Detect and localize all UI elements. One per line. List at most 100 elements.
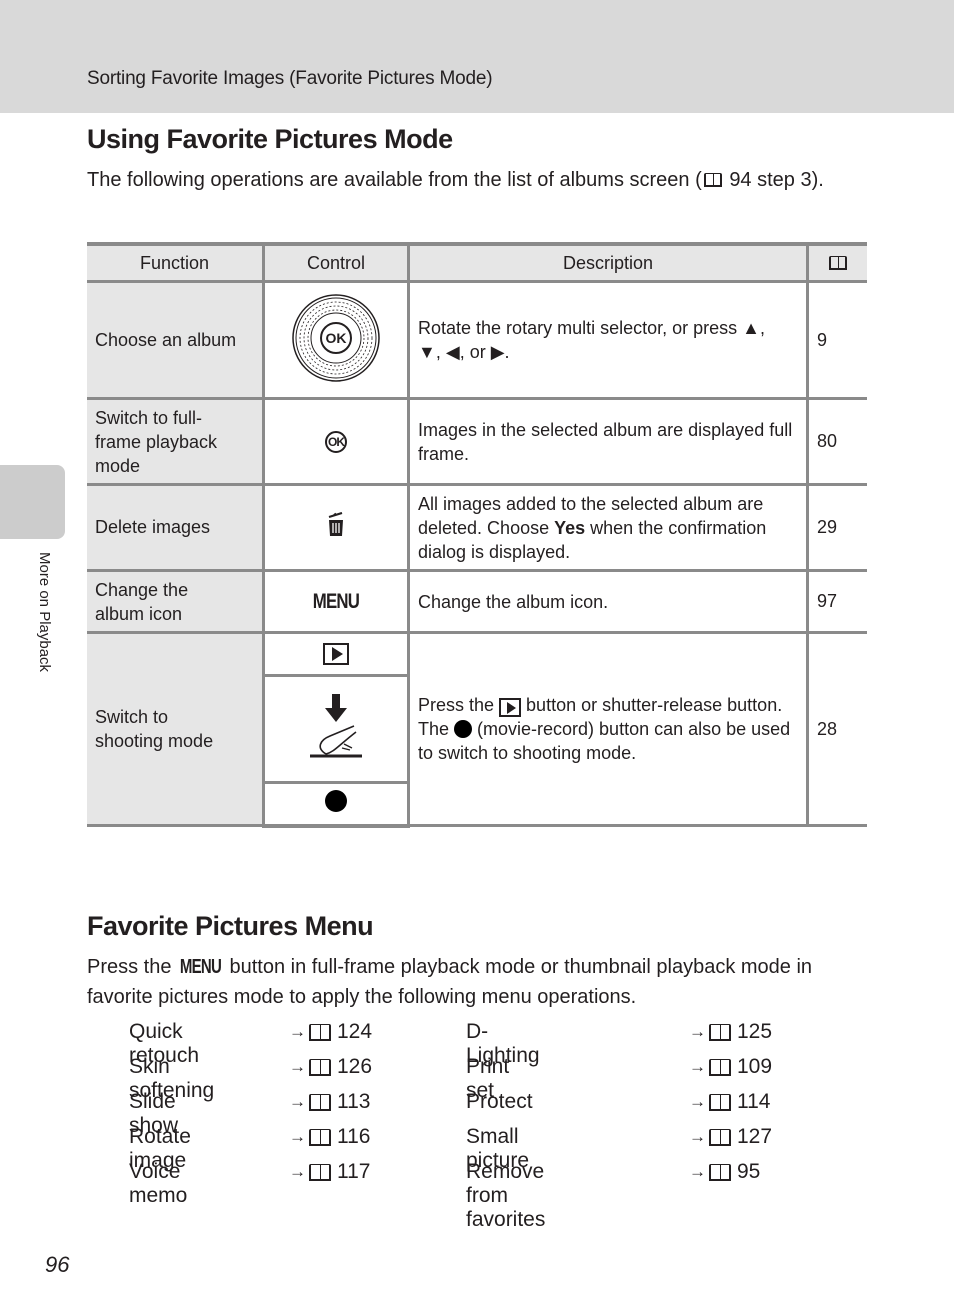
control-cell: OK	[262, 280, 410, 400]
book-icon	[309, 1093, 331, 1111]
menu-item-page-ref[interactable]: → 124	[289, 1020, 372, 1044]
page-ref-cell[interactable]: 28	[806, 631, 867, 827]
book-icon	[709, 1023, 731, 1041]
function-cell: Switch to full-frame playback mode	[87, 397, 265, 486]
description-cell: Press the button or shutter-release butt…	[407, 631, 809, 827]
menu-item-page-ref[interactable]: → 95	[689, 1160, 760, 1184]
header-description: Description	[407, 242, 809, 283]
menu-item-name: Protect	[466, 1090, 533, 1113]
arrow-icon: →	[289, 1127, 306, 1146]
control-cell	[262, 483, 410, 572]
description-cell: Change the album icon.	[407, 569, 809, 634]
arrow-icon: →	[289, 1092, 306, 1111]
menu-button-icon: MENU	[312, 589, 360, 613]
arrow-icon: →	[689, 1057, 706, 1076]
arrow-icon: →	[689, 1022, 706, 1041]
book-icon	[309, 1023, 331, 1041]
movie-record-icon	[454, 720, 473, 739]
book-icon	[829, 255, 847, 270]
section-title-favorite-pictures-menu: Favorite Pictures Menu	[87, 911, 374, 941]
menu-item-page: 127	[737, 1125, 773, 1148]
menu-item-page-ref[interactable]: → 127	[689, 1125, 772, 1149]
book-icon	[709, 1058, 731, 1076]
table-row: Switch to shooting mode Press the button …	[87, 631, 867, 827]
control-cell	[262, 631, 410, 677]
menu-button-icon: MENU	[179, 956, 222, 978]
intro-text: The following operations are available f…	[87, 169, 702, 191]
menu-item-page-ref[interactable]: → 116	[289, 1125, 370, 1149]
function-cell: Change the album icon	[87, 569, 265, 634]
header-function: Function	[87, 242, 265, 283]
arrow-icon: →	[289, 1022, 306, 1041]
table-row: Delete images All images added to the se…	[87, 483, 867, 572]
menu-intro: Press the MENU button in full-frame play…	[87, 952, 877, 1012]
menu-item-name: Voice memo	[129, 1160, 188, 1207]
menu-item-page-ref[interactable]: → 114	[689, 1090, 770, 1114]
table-row: Switch to full-frame playback mode OK Ima…	[87, 397, 867, 486]
arrow-icon: →	[689, 1162, 706, 1181]
intro-reference[interactable]: 94 step 3).	[729, 169, 824, 191]
book-icon	[703, 173, 722, 187]
running-header: Sorting Favorite Images (Favorite Pictur…	[87, 68, 493, 89]
arrow-icon: →	[689, 1127, 706, 1146]
book-icon	[309, 1128, 331, 1146]
header-band	[0, 0, 954, 113]
page-number: 96	[45, 1252, 70, 1277]
control-cell	[263, 674, 409, 784]
menu-item-page: 113	[337, 1090, 371, 1113]
book-icon	[309, 1058, 331, 1076]
down-arrow-icon: ▼	[418, 342, 436, 362]
book-icon	[309, 1163, 331, 1181]
description-cell: Images in the selected album are display…	[407, 397, 809, 486]
menu-item-page: 114	[737, 1090, 771, 1113]
up-arrow-icon: ▲	[742, 318, 760, 338]
playback-button-icon	[323, 642, 349, 665]
function-cell: Choose an album	[87, 280, 265, 400]
menu-item-name: Remove from favorites	[466, 1160, 546, 1231]
menu-item-page-ref[interactable]: → 117	[289, 1160, 370, 1184]
movie-record-icon	[325, 790, 347, 813]
yes-option: Yes	[554, 517, 586, 538]
menu-item-page: 95	[737, 1160, 761, 1183]
operations-table: Function Control Description Choose an a…	[87, 242, 867, 828]
book-icon	[709, 1093, 731, 1111]
menu-item-page: 116	[337, 1125, 371, 1148]
page-ref-cell[interactable]: 29	[806, 483, 867, 572]
chapter-tab	[0, 465, 65, 539]
chapter-tab-label: More on Playback	[36, 552, 53, 673]
menu-item-page-ref[interactable]: → 113	[289, 1090, 370, 1114]
left-arrow-icon: ◀	[445, 342, 460, 362]
shutter-release-icon	[310, 693, 362, 757]
header-page	[806, 242, 867, 283]
description-cell: All images added to the selected album a…	[407, 483, 809, 572]
book-icon	[709, 1128, 731, 1146]
menu-item-page-ref[interactable]: → 126	[289, 1055, 372, 1079]
page-ref-cell[interactable]: 80	[806, 397, 867, 486]
trash-icon	[328, 511, 343, 536]
right-arrow-icon: ▶	[490, 342, 505, 362]
menu-item-page-ref[interactable]: → 109	[689, 1055, 772, 1079]
section-title-using-favorite-pictures-mode: Using Favorite Pictures Mode	[87, 124, 453, 154]
page-ref-cell[interactable]: 97	[806, 569, 867, 634]
table-row: Choose an album OK Rotate the rotary mul…	[87, 280, 867, 400]
control-cell: MENU	[262, 569, 410, 634]
arrow-icon: →	[289, 1057, 306, 1076]
playback-button-icon	[499, 698, 522, 718]
menu-item-page-ref[interactable]: → 125	[689, 1020, 772, 1044]
function-cell: Delete images	[87, 483, 265, 572]
menu-item-page: 124	[337, 1020, 373, 1043]
menu-item-page: 125	[737, 1020, 773, 1043]
ok-label: OK	[326, 330, 347, 346]
table-header-row: Function Control Description	[87, 242, 867, 283]
section-intro: The following operations are available f…	[87, 166, 877, 195]
menu-item-page: 126	[337, 1055, 373, 1078]
description-cell: Rotate the rotary multi selector, or pre…	[407, 280, 809, 400]
page-ref-cell[interactable]: 9	[806, 280, 867, 400]
function-cell: Switch to shooting mode	[87, 631, 265, 827]
book-icon	[709, 1163, 731, 1181]
arrow-icon: →	[289, 1162, 306, 1181]
control-cell	[263, 781, 409, 828]
header-control: Control	[262, 242, 410, 283]
table-row: Change the album icon MENU Change the alb…	[87, 569, 867, 634]
menu-item-page: 117	[337, 1160, 371, 1183]
